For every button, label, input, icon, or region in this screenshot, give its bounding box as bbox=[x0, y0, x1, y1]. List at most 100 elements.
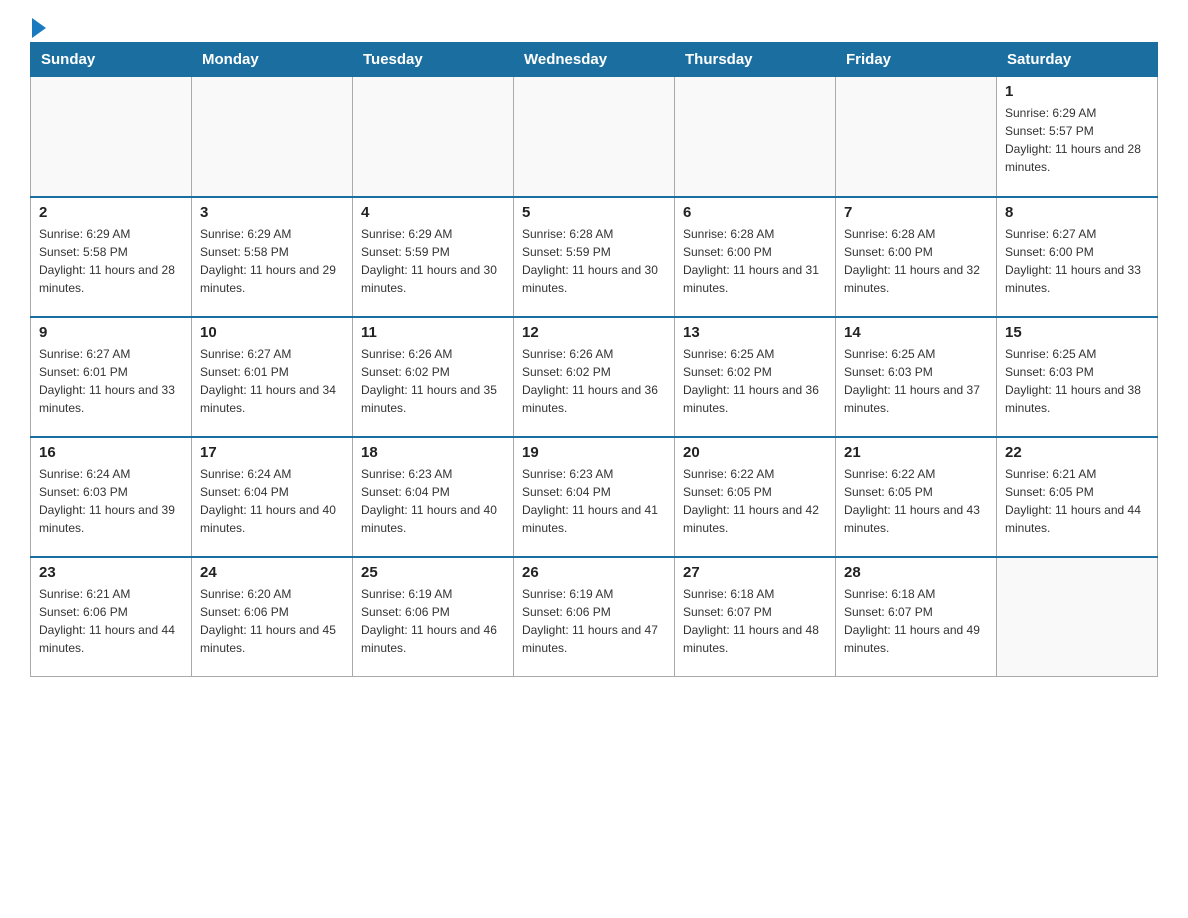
day-header-monday: Monday bbox=[192, 43, 353, 77]
calendar-cell bbox=[514, 77, 675, 197]
day-number: 27 bbox=[683, 564, 827, 581]
day-info: Sunrise: 6:29 AMSunset: 5:58 PMDaylight:… bbox=[39, 225, 183, 297]
calendar-cell: 19 Sunrise: 6:23 AMSunset: 6:04 PMDayligh… bbox=[514, 437, 675, 557]
calendar-cell: 15 Sunrise: 6:25 AMSunset: 6:03 PMDayligh… bbox=[997, 317, 1158, 437]
calendar-cell bbox=[836, 77, 997, 197]
day-number: 10 bbox=[200, 324, 344, 341]
day-info: Sunrise: 6:18 AMSunset: 6:07 PMDaylight:… bbox=[683, 585, 827, 657]
calendar-header-row: SundayMondayTuesdayWednesdayThursdayFrid… bbox=[31, 43, 1158, 77]
calendar-cell: 7 Sunrise: 6:28 AMSunset: 6:00 PMDaylight… bbox=[836, 197, 997, 317]
calendar-cell bbox=[675, 77, 836, 197]
calendar-cell: 8 Sunrise: 6:27 AMSunset: 6:00 PMDaylight… bbox=[997, 197, 1158, 317]
day-header-sunday: Sunday bbox=[31, 43, 192, 77]
day-number: 4 bbox=[361, 204, 505, 221]
calendar-cell: 21Sunrise: 6:22 AMSunset: 6:05 PMDayligh… bbox=[836, 437, 997, 557]
calendar-week-row: 1 Sunrise: 6:29 AMSunset: 5:57 PMDaylight… bbox=[31, 77, 1158, 197]
day-number: 17 bbox=[200, 444, 344, 461]
day-number: 7 bbox=[844, 204, 988, 221]
day-number: 12 bbox=[522, 324, 666, 341]
logo bbox=[30, 20, 46, 32]
calendar-cell: 13 Sunrise: 6:25 AMSunset: 6:02 PMDayligh… bbox=[675, 317, 836, 437]
calendar-cell bbox=[192, 77, 353, 197]
day-number: 28 bbox=[844, 564, 988, 581]
day-info: Sunrise: 6:23 AMSunset: 6:04 PMDaylight:… bbox=[361, 465, 505, 537]
calendar-cell: 3 Sunrise: 6:29 AMSunset: 5:58 PMDaylight… bbox=[192, 197, 353, 317]
calendar-week-row: 2 Sunrise: 6:29 AMSunset: 5:58 PMDaylight… bbox=[31, 197, 1158, 317]
day-info: Sunrise: 6:21 AMSunset: 6:06 PMDaylight:… bbox=[39, 585, 183, 657]
calendar-cell: 28 Sunrise: 6:18 AMSunset: 6:07 PMDayligh… bbox=[836, 557, 997, 677]
day-info: Sunrise: 6:20 AMSunset: 6:06 PMDaylight:… bbox=[200, 585, 344, 657]
day-number: 24 bbox=[200, 564, 344, 581]
day-number: 5 bbox=[522, 204, 666, 221]
calendar-cell: 25 Sunrise: 6:19 AMSunset: 6:06 PMDayligh… bbox=[353, 557, 514, 677]
day-number: 9 bbox=[39, 324, 183, 341]
day-info: Sunrise: 6:28 AMSunset: 6:00 PMDaylight:… bbox=[844, 225, 988, 297]
day-number: 13 bbox=[683, 324, 827, 341]
day-info: Sunrise: 6:18 AMSunset: 6:07 PMDaylight:… bbox=[844, 585, 988, 657]
day-number: 11 bbox=[361, 324, 505, 341]
calendar-cell: 12 Sunrise: 6:26 AMSunset: 6:02 PMDayligh… bbox=[514, 317, 675, 437]
day-info: Sunrise: 6:27 AMSunset: 6:00 PMDaylight:… bbox=[1005, 225, 1149, 297]
day-info: Sunrise: 6:27 AMSunset: 6:01 PMDaylight:… bbox=[39, 345, 183, 417]
calendar-cell: 27 Sunrise: 6:18 AMSunset: 6:07 PMDayligh… bbox=[675, 557, 836, 677]
calendar-week-row: 9 Sunrise: 6:27 AMSunset: 6:01 PMDaylight… bbox=[31, 317, 1158, 437]
day-info: Sunrise: 6:24 AMSunset: 6:03 PMDaylight:… bbox=[39, 465, 183, 537]
day-info: Sunrise: 6:25 AMSunset: 6:03 PMDaylight:… bbox=[1005, 345, 1149, 417]
day-number: 3 bbox=[200, 204, 344, 221]
calendar-cell: 11 Sunrise: 6:26 AMSunset: 6:02 PMDayligh… bbox=[353, 317, 514, 437]
day-info: Sunrise: 6:23 AMSunset: 6:04 PMDaylight:… bbox=[522, 465, 666, 537]
day-number: 23 bbox=[39, 564, 183, 581]
day-info: Sunrise: 6:28 AMSunset: 5:59 PMDaylight:… bbox=[522, 225, 666, 297]
day-header-friday: Friday bbox=[836, 43, 997, 77]
day-number: 16 bbox=[39, 444, 183, 461]
day-number: 6 bbox=[683, 204, 827, 221]
day-header-wednesday: Wednesday bbox=[514, 43, 675, 77]
day-number: 20 bbox=[683, 444, 827, 461]
day-info: Sunrise: 6:25 AMSunset: 6:03 PMDaylight:… bbox=[844, 345, 988, 417]
calendar-cell: 5 Sunrise: 6:28 AMSunset: 5:59 PMDaylight… bbox=[514, 197, 675, 317]
day-info: Sunrise: 6:19 AMSunset: 6:06 PMDaylight:… bbox=[361, 585, 505, 657]
day-number: 25 bbox=[361, 564, 505, 581]
calendar-cell: 14 Sunrise: 6:25 AMSunset: 6:03 PMDayligh… bbox=[836, 317, 997, 437]
calendar-cell bbox=[997, 557, 1158, 677]
day-number: 15 bbox=[1005, 324, 1149, 341]
day-header-tuesday: Tuesday bbox=[353, 43, 514, 77]
day-header-saturday: Saturday bbox=[997, 43, 1158, 77]
calendar-cell: 26 Sunrise: 6:19 AMSunset: 6:06 PMDayligh… bbox=[514, 557, 675, 677]
day-info: Sunrise: 6:26 AMSunset: 6:02 PMDaylight:… bbox=[522, 345, 666, 417]
day-info: Sunrise: 6:28 AMSunset: 6:00 PMDaylight:… bbox=[683, 225, 827, 297]
day-info: Sunrise: 6:22 AMSunset: 6:05 PMDaylight:… bbox=[844, 465, 988, 537]
calendar-cell: 6 Sunrise: 6:28 AMSunset: 6:00 PMDaylight… bbox=[675, 197, 836, 317]
day-info: Sunrise: 6:21 AMSunset: 6:05 PMDaylight:… bbox=[1005, 465, 1149, 537]
calendar-cell: 18 Sunrise: 6:23 AMSunset: 6:04 PMDayligh… bbox=[353, 437, 514, 557]
day-info: Sunrise: 6:29 AMSunset: 5:59 PMDaylight:… bbox=[361, 225, 505, 297]
day-number: 2 bbox=[39, 204, 183, 221]
day-info: Sunrise: 6:25 AMSunset: 6:02 PMDaylight:… bbox=[683, 345, 827, 417]
day-number: 18 bbox=[361, 444, 505, 461]
calendar-cell: 10 Sunrise: 6:27 AMSunset: 6:01 PMDayligh… bbox=[192, 317, 353, 437]
calendar-cell bbox=[353, 77, 514, 197]
day-info: Sunrise: 6:29 AMSunset: 5:57 PMDaylight:… bbox=[1005, 104, 1149, 176]
day-info: Sunrise: 6:29 AMSunset: 5:58 PMDaylight:… bbox=[200, 225, 344, 297]
day-info: Sunrise: 6:24 AMSunset: 6:04 PMDaylight:… bbox=[200, 465, 344, 537]
day-info: Sunrise: 6:26 AMSunset: 6:02 PMDaylight:… bbox=[361, 345, 505, 417]
day-number: 19 bbox=[522, 444, 666, 461]
day-info: Sunrise: 6:27 AMSunset: 6:01 PMDaylight:… bbox=[200, 345, 344, 417]
calendar-table: SundayMondayTuesdayWednesdayThursdayFrid… bbox=[30, 42, 1158, 677]
calendar-week-row: 16 Sunrise: 6:24 AMSunset: 6:03 PMDayligh… bbox=[31, 437, 1158, 557]
calendar-cell: 1 Sunrise: 6:29 AMSunset: 5:57 PMDaylight… bbox=[997, 77, 1158, 197]
day-info: Sunrise: 6:22 AMSunset: 6:05 PMDaylight:… bbox=[683, 465, 827, 537]
calendar-cell bbox=[31, 77, 192, 197]
calendar-cell: 24 Sunrise: 6:20 AMSunset: 6:06 PMDayligh… bbox=[192, 557, 353, 677]
calendar-cell: 17 Sunrise: 6:24 AMSunset: 6:04 PMDayligh… bbox=[192, 437, 353, 557]
day-number: 14 bbox=[844, 324, 988, 341]
day-number: 26 bbox=[522, 564, 666, 581]
day-number: 1 bbox=[1005, 83, 1149, 100]
day-number: 8 bbox=[1005, 204, 1149, 221]
page-header bbox=[30, 20, 1158, 32]
day-number: 22 bbox=[1005, 444, 1149, 461]
day-info: Sunrise: 6:19 AMSunset: 6:06 PMDaylight:… bbox=[522, 585, 666, 657]
calendar-cell: 23 Sunrise: 6:21 AMSunset: 6:06 PMDayligh… bbox=[31, 557, 192, 677]
day-header-thursday: Thursday bbox=[675, 43, 836, 77]
calendar-cell: 9 Sunrise: 6:27 AMSunset: 6:01 PMDaylight… bbox=[31, 317, 192, 437]
